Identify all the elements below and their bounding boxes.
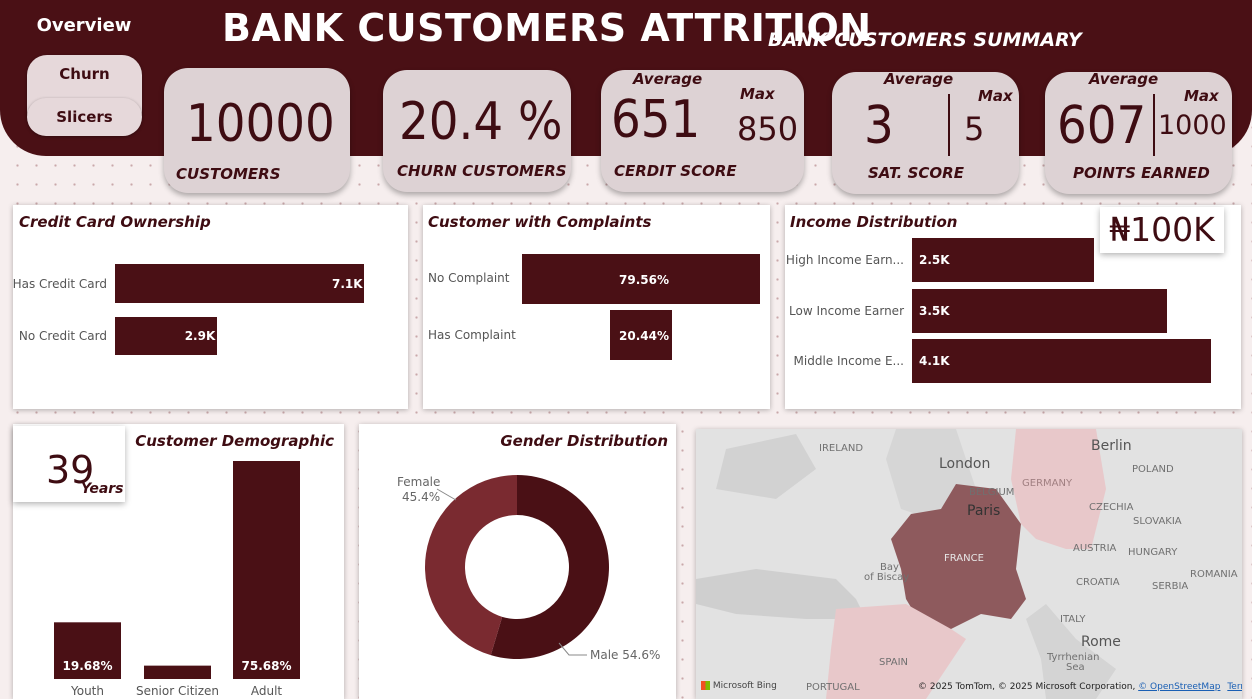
kpi-points-divider: [1153, 94, 1155, 156]
kpi-credit-avg: 651: [611, 90, 701, 150]
map-label-france: FRANCE: [944, 553, 984, 564]
income-cat-middle: Middle Income E...: [793, 354, 904, 368]
complaints-title: Customer with Complaints: [428, 213, 652, 231]
income-title: Income Distribution: [790, 213, 958, 231]
map-attribution: © 2025 TomTom, © 2025 Microsoft Corporat…: [918, 682, 1242, 692]
demographic-bar-adult[interactable]: [233, 461, 300, 679]
female-pct-label: 45.4%: [402, 490, 441, 504]
income-distribution-card: Income Distribution ₦100K High Income Ea…: [785, 205, 1241, 409]
kpi-credit-max-caption: Max: [740, 85, 775, 103]
attribution-text: © 2025 TomTom, © 2025 Microsoft Corporat…: [918, 682, 1136, 692]
map-label-romania: ROMANIA: [1190, 569, 1238, 580]
credit-val-has: 7.1K: [332, 277, 363, 291]
kpi-sat-avg: 3: [864, 96, 894, 156]
income-val-low: 3.5K: [919, 304, 950, 318]
map-label-austria: AUSTRIA: [1073, 543, 1117, 554]
kpi-customers-value: 10000: [186, 94, 335, 154]
microsoft-logo-icon: [701, 681, 710, 690]
income-cat-high: High Income Earn...: [785, 253, 904, 267]
map-label-biscay: of Biscay: [864, 572, 910, 583]
kpi-points-avg-caption: Average: [1089, 70, 1159, 88]
nav-title-overview[interactable]: Overview: [14, 15, 154, 36]
income-bar-middle[interactable]: [912, 339, 1211, 383]
credit-val-no: 2.9K: [184, 329, 216, 343]
kpi-credit-label: CERDIT SCORE: [614, 162, 737, 180]
map-label-hungary: HUNGARY: [1128, 547, 1178, 558]
income-val-middle: 4.1K: [919, 354, 950, 368]
income-bar-low[interactable]: [912, 289, 1168, 333]
kpi-customers: 10000 CUSTOMERS: [164, 68, 350, 193]
gender-card: Gender Distribution Female 45.4% Male 54…: [359, 424, 676, 699]
kpi-sat-avg-caption: Average: [884, 70, 954, 88]
credit-bar-has[interactable]: [115, 264, 364, 303]
complaint-val-no: 79.56%: [619, 273, 669, 287]
kpi-sat-max: 5: [964, 110, 985, 148]
kpi-sat-max-caption: Max: [978, 87, 1013, 105]
kpi-sat-score: Average Max 3 5 SAT. SCORE: [832, 70, 1019, 194]
map-label-london: London: [939, 456, 991, 472]
map-label-spain: SPAIN: [879, 657, 909, 668]
income-badge: ₦100K: [1100, 207, 1224, 253]
map-label-poland: POLAND: [1132, 464, 1174, 475]
map-label-berlin: Berlin: [1091, 438, 1132, 454]
map-label-rome: Rome: [1081, 634, 1121, 650]
kpi-churn: 20.4 % CHURN CUSTOMERS: [383, 70, 571, 192]
map-label-italy: ITALY: [1060, 614, 1086, 625]
kpi-points-max: 1000: [1158, 110, 1227, 141]
credit-cat-has: Has Credit Card: [12, 277, 107, 291]
demographic-category-label: Adult: [251, 684, 283, 698]
complaint-cat-no: No Complaint: [428, 271, 510, 285]
page-subtitle: BANK CUSTOMERS SUMMARY: [768, 29, 1082, 51]
kpi-customers-label: CUSTOMERS: [176, 165, 281, 183]
credit-card-ownership-card: Credit Card Ownership Has Credit Card No…: [13, 205, 408, 409]
kpi-churn-label: CHURN CUSTOMERS: [397, 162, 567, 180]
kpi-points-label: POINTS EARNED: [1073, 164, 1210, 182]
demographic-bar-senior-citizen[interactable]: [144, 665, 211, 679]
map-label-slovakia: SLOVAKIA: [1133, 516, 1182, 527]
map-label-croatia: CROATIA: [1076, 577, 1120, 588]
kpi-churn-value: 20.4 %: [399, 92, 563, 152]
bing-brand-text: Microsoft Bing: [712, 681, 777, 691]
map-label-germany: GERMANY: [1022, 478, 1073, 489]
country-map[interactable]: IRELAND London BELGIUM Paris FRANCE Bay …: [696, 429, 1242, 699]
demographic-chart: 19.68% Youth Senior Citizen 75.68% Adult: [54, 461, 300, 698]
bing-logo: Microsoft Bing: [701, 681, 777, 691]
credit-cat-no: No Credit Card: [18, 329, 107, 343]
complaints-card: Customer with Complaints No Complaint Ha…: [423, 205, 770, 409]
demographic-category-label: Youth: [70, 684, 104, 698]
kpi-credit-score: Average Max 651 850 CERDIT SCORE: [601, 70, 804, 192]
demographic-bar-label: 19.68%: [63, 659, 113, 673]
complaint-val-has: 20.44%: [619, 329, 669, 343]
female-label: Female: [397, 475, 441, 489]
income-cat-low: Low Income Earner: [789, 304, 904, 318]
kpi-credit-max: 850: [737, 110, 799, 148]
male-label: Male 54.6%: [590, 648, 661, 662]
kpi-points: Average Max 607 1000 POINTS EARNED: [1045, 70, 1232, 194]
map-label-belgium: BELGIUM: [969, 487, 1015, 498]
demographic-bar-label: 75.68%: [242, 659, 292, 673]
terms-link[interactable]: Terms: [1227, 682, 1242, 692]
kpi-credit-avg-caption: Average: [633, 70, 703, 88]
slicers-button[interactable]: Slicers: [27, 98, 142, 136]
credit-card-title: Credit Card Ownership: [19, 213, 211, 231]
map-label-paris: Paris: [967, 503, 1001, 519]
kpi-points-avg: 607: [1057, 96, 1147, 156]
map-label-ireland: IRELAND: [819, 443, 864, 454]
complaint-cat-has: Has Complaint: [428, 328, 516, 342]
kpi-sat-divider: [948, 94, 950, 156]
demographic-card: 39 Years Customer Demographic 19.68% Yout…: [13, 424, 344, 699]
demographic-category-label: Senior Citizen: [136, 684, 219, 698]
map-label-czechia: CZECHIA: [1089, 502, 1134, 513]
kpi-sat-label: SAT. SCORE: [868, 164, 964, 182]
osm-link[interactable]: © OpenStreetMap: [1138, 682, 1220, 692]
kpi-points-max-caption: Max: [1184, 87, 1219, 105]
map-label-sea: Sea: [1066, 662, 1085, 673]
map-label-portugal: PORTUGAL: [806, 682, 860, 693]
income-val-high: 2.5K: [919, 253, 950, 267]
map-label-serbia: SERBIA: [1152, 581, 1189, 592]
